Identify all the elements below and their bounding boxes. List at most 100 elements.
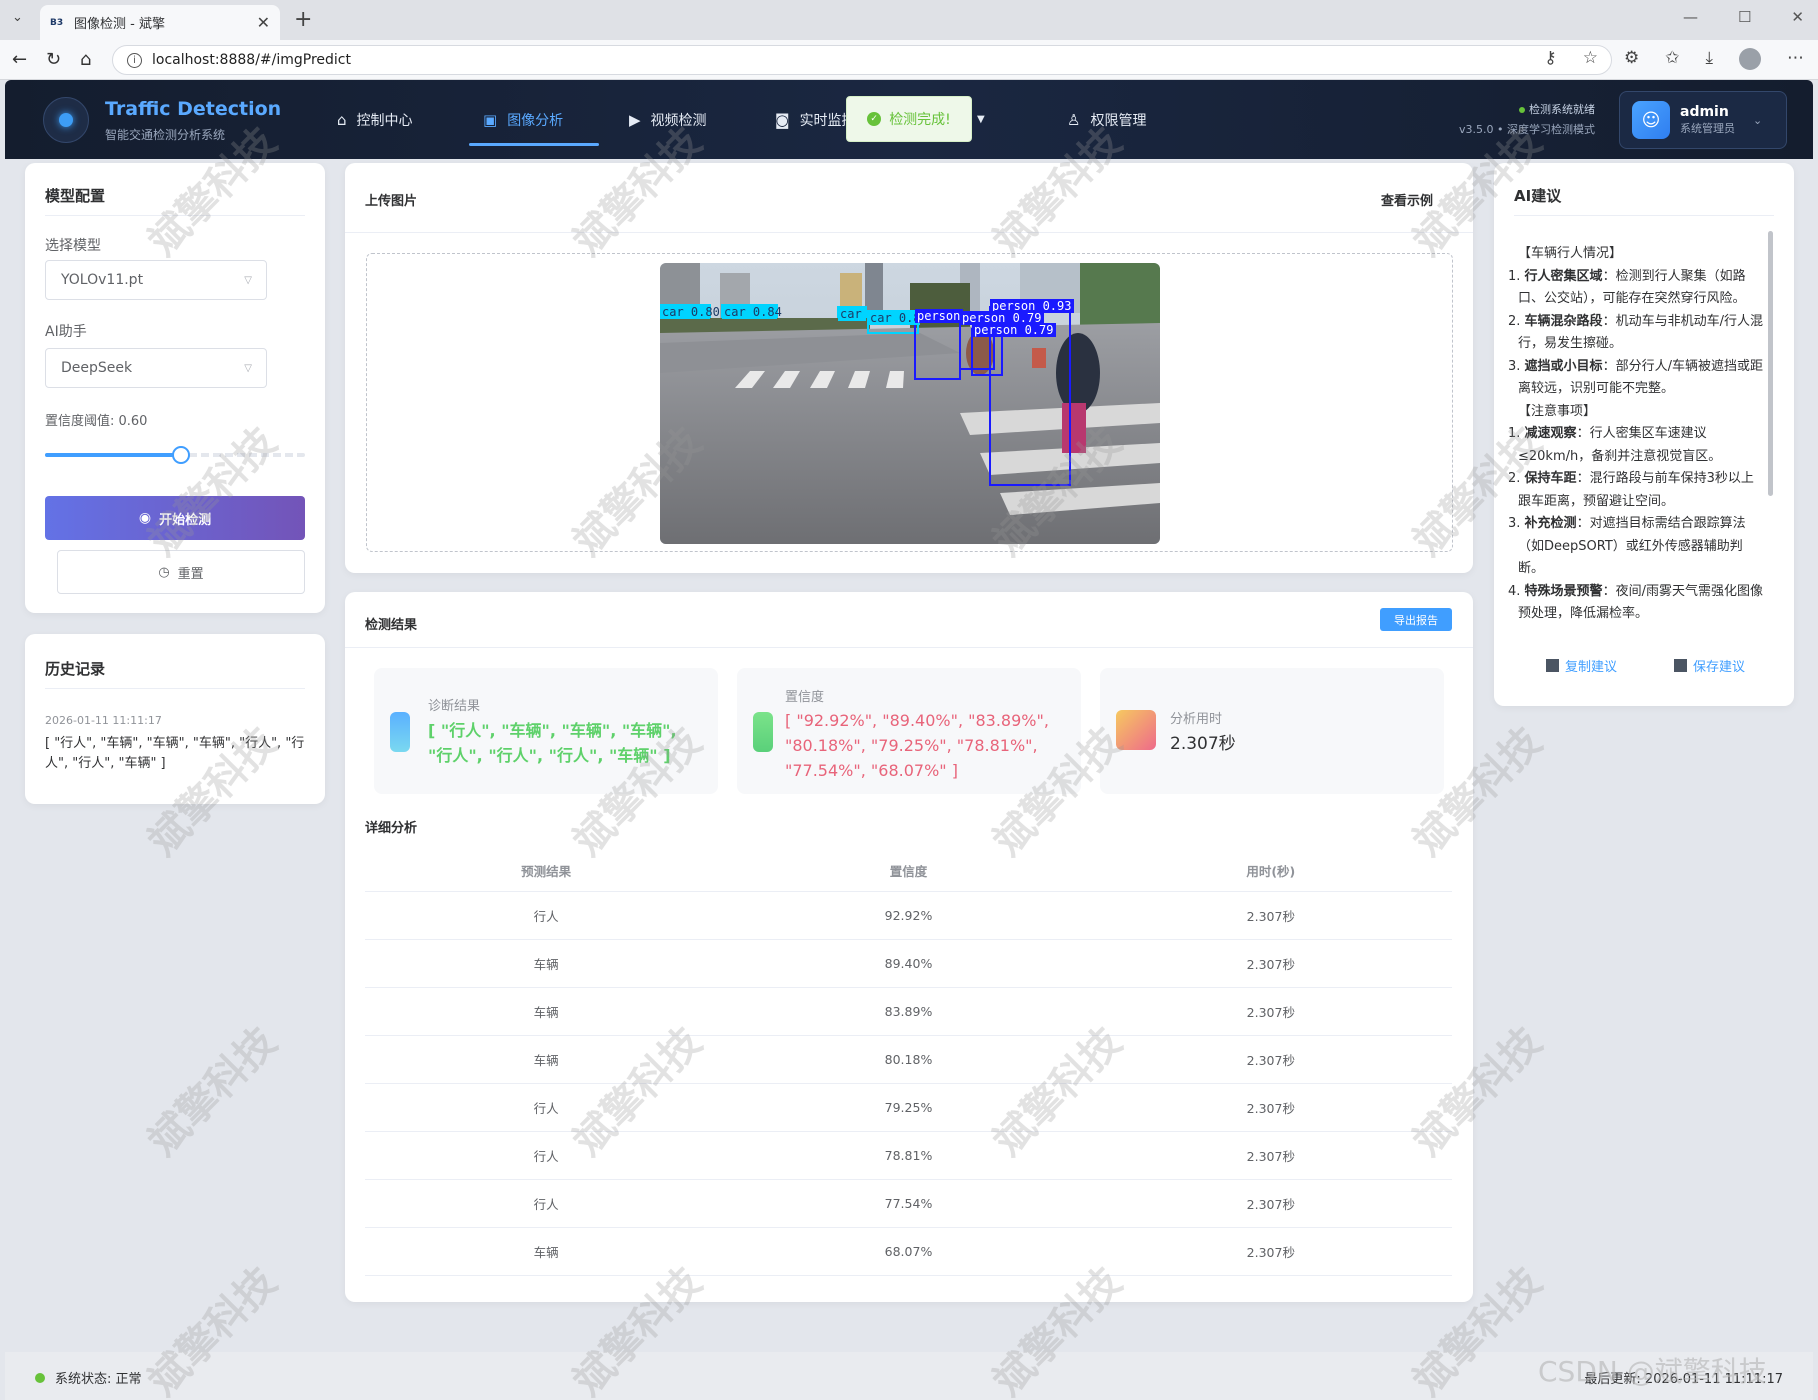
brand-title: Traffic Detection [105,98,282,120]
browser-tab[interactable]: B3 图像检测 - 斌擎 ✕ [40,5,280,40]
close-window-icon[interactable]: ✕ [1791,8,1804,26]
time-stat: 分析用时 2.307秒 [1100,668,1444,794]
profile-avatar[interactable] [1739,48,1761,70]
site-info-icon[interactable]: i [127,52,142,68]
cell-prediction: 车辆 [533,1053,559,1068]
table-row[interactable]: 行人 92.92% 2.307秒 [365,892,1452,940]
ai-item-key: 车辆混杂路段 [1524,313,1603,329]
result-title: 检测结果 [365,618,418,633]
table-row[interactable]: 行人 78.81% 2.307秒 [365,1132,1452,1180]
confidence-stat: 置信度 [ "92.92%", "89.40%", "83.89%", "80.… [737,668,1081,794]
image-dropzone[interactable]: car 0.80 car 0.84 car car 0.89 person pe… [366,253,1453,552]
key-icon[interactable]: ⚷ [1544,48,1556,70]
nav-permission[interactable]: ♙ 权限管理 [1045,80,1191,159]
cell-confidence: 83.89% [884,1004,933,1019]
ai-item-number: 1. [1508,426,1525,441]
cell-prediction: 行人 [533,909,559,924]
chevron-down-icon: ▽ [244,362,252,374]
brand-subtitle: 智能交通检测分析系统 [105,128,226,142]
star-icon[interactable]: ☆ [1583,48,1598,70]
extensions-icon[interactable]: ⚙ [1624,48,1639,70]
more-icon[interactable]: ⋯ [1787,48,1804,70]
table-row[interactable]: 车辆 80.18% 2.307秒 [365,1036,1452,1084]
user-menu[interactable]: ☺ admin 系统管理员 ⌄ [1619,91,1787,149]
logo-icon [43,97,89,143]
ai-suggestion-text[interactable]: 【车辆行人情况】 1. 行人密集区域：检测到行人聚集（如路口、公交站），可能存在… [1508,243,1766,628]
ai-item-key: 特殊场景预警 [1524,583,1603,599]
address-bar-row: ← ↻ ⌂ i localhost:8888/#/imgPredict ⚷ ☆ … [0,40,1818,80]
cell-time: 2.307秒 [1246,1149,1295,1164]
favorites-icon[interactable]: ✩ [1665,48,1679,70]
save-suggestion-button[interactable]: 保存建议 [1674,656,1745,675]
ai-title: AI建议 [1514,187,1562,205]
cell-time: 2.307秒 [1246,1197,1295,1212]
table-row[interactable]: 行人 79.25% 2.307秒 [365,1084,1452,1132]
table-row[interactable]: 车辆 83.89% 2.307秒 [365,988,1452,1036]
confidence-bar [753,712,773,752]
label-car: car 0.80 [662,305,720,319]
cell-prediction: 行人 [533,1197,559,1212]
url-text: localhost:8888/#/imgPredict [152,52,351,68]
table-header: 预测结果 置信度 用时(秒) [365,850,1452,892]
start-detect-button[interactable]: ◉ 开始检测 [45,496,305,540]
ai-item-key: 遮挡或小目标 [1524,358,1603,374]
cell-time: 2.307秒 [1246,909,1295,924]
cell-time: 2.307秒 [1246,1101,1295,1116]
ai-scrollbar[interactable] [1768,231,1773,496]
home-browser-icon[interactable]: ⌂ [80,49,91,70]
model-select[interactable]: YOLOv11.pt ▽ [45,260,267,300]
cell-prediction: 行人 [533,1101,559,1116]
maximize-icon[interactable]: ☐ [1738,8,1751,26]
ai-item: 3. 补充检测：对遮挡目标需结合跟踪算法（如DeepSORT）或红外传感器辅助判… [1508,513,1766,581]
reset-button[interactable]: ◷ 重置 [57,550,305,594]
cell-time: 2.307秒 [1246,1245,1295,1260]
ai-item: 3. 遮挡或小目标：部分行人/车辆被遮挡或距离较远，识别可能不完整。 [1508,356,1766,401]
user-avatar-icon: ☺ [1632,101,1670,139]
close-tab-icon[interactable]: ✕ [257,13,270,32]
ai-item-key: 行人密集区域 [1524,268,1603,284]
confidence-stat-label: 置信度 [785,690,825,705]
new-tab-icon[interactable]: + [294,7,312,32]
confidence-slider-thumb[interactable] [172,446,190,464]
table-row[interactable]: 车辆 89.40% 2.307秒 [365,940,1452,988]
ai-item-number: 4. [1508,583,1525,599]
ai-heading: 【注意事项】 [1518,403,1597,419]
download-icon[interactable]: ⤓ [1705,48,1713,70]
user-role: 系统管理员 [1680,122,1735,135]
detail-title: 详细分析 [365,821,418,836]
status-dot [35,1372,45,1383]
col-prediction: 预测结果 [521,864,572,879]
confidence-slider-fill [45,453,181,457]
back-icon[interactable]: ← [12,49,27,70]
ai-item-key: 减速观察 [1524,426,1577,441]
status-dot [1519,107,1525,113]
save-icon [1674,659,1687,672]
export-report-button[interactable]: 导出报告 [1380,608,1452,631]
system-status-text: 系统状态: 正常 [55,1372,142,1387]
view-example-link[interactable]: 查看示例 [1381,190,1433,209]
table-row[interactable]: 行人 77.54% 2.307秒 [365,1180,1452,1228]
nav-image-analysis[interactable]: ▣ 图像分析 [461,80,607,159]
detail-table: 预测结果 置信度 用时(秒) 行人 92.92% 2.307秒 车辆 89.40% 2.3… [365,850,1452,1276]
col-confidence: 置信度 [889,864,928,879]
history-title: 历史记录 [45,660,106,678]
nav-control-center[interactable]: ⌂ 控制中心 [315,80,461,159]
ai-item-key: 保持车距 [1524,471,1577,486]
tab-list-icon[interactable]: ⌄ [12,10,23,25]
nav-video-detection[interactable]: ▶ 视频检测 [607,80,753,159]
upload-card: 上传图片 查看示例 car 0.80 car 0.84 car car 0.89… [345,163,1473,573]
cell-prediction: 行人 [533,1149,559,1164]
cell-time: 2.307秒 [1246,957,1295,972]
detection-image: car 0.80 car 0.84 car car 0.89 person pe… [660,263,1160,544]
history-entry[interactable]: [ "行人", "车辆", "车辆", "车辆", "行人", "行人", "行… [45,734,307,774]
diagnosis-label: 诊断结果 [428,699,481,714]
table-row[interactable]: 车辆 68.07% 2.307秒 [365,1228,1452,1276]
cell-confidence: 80.18% [884,1052,933,1067]
model-label: 选择模型 [45,238,101,254]
cell-time: 2.307秒 [1246,1005,1295,1020]
ai-assistant-select[interactable]: DeepSeek ▽ [45,348,267,388]
minimize-icon[interactable]: — [1683,8,1698,26]
url-field[interactable]: i localhost:8888/#/imgPredict [112,45,1612,75]
reload-icon[interactable]: ↻ [46,49,61,70]
copy-suggestion-button[interactable]: 复制建议 [1546,656,1617,675]
